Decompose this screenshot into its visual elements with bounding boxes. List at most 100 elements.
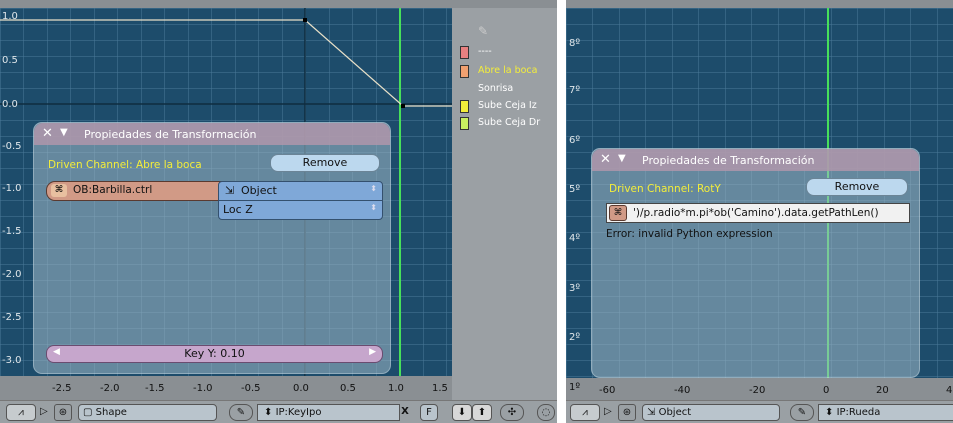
close-icon[interactable]: ✕ — [42, 126, 53, 141]
x-tick: 0.0 — [293, 383, 309, 394]
channel-list: ✎ ---- Abre la boca Sonrisa Sube Ceja Iz… — [452, 8, 557, 400]
x-tick: -1.0 — [193, 383, 213, 394]
channel-item[interactable]: Sonrisa — [458, 83, 558, 95]
x-tick: -2.0 — [100, 383, 120, 394]
key-up-icon[interactable]: ⬆ — [472, 404, 492, 421]
object-field[interactable]: ⌘ OB:Barbilla.ctrl — [46, 181, 230, 201]
y-tick: 1º — [569, 382, 581, 393]
collapse-triangle-icon[interactable]: ▼ — [618, 153, 626, 164]
fake-user-button[interactable]: F — [420, 404, 438, 421]
channel-select-value: Loc Z — [223, 203, 253, 216]
slider-value: Key Y: 0.10 — [184, 347, 245, 360]
x-tick: -0.5 — [241, 383, 261, 394]
y-tick: 0.5 — [2, 55, 18, 66]
x-tick: 0.5 — [340, 383, 356, 394]
y-tick: 4º — [569, 233, 581, 244]
x-tick: 4 — [946, 385, 953, 396]
left-x-axis: -2.5 -2.0 -1.5 -1.0 -0.5 0.0 0.5 1.0 1.5 — [0, 376, 452, 400]
y-tick: -1.5 — [2, 226, 22, 237]
ipo-name-label: IP:KeyIpo — [275, 407, 322, 418]
channel-color-swatch — [460, 46, 469, 59]
panel-header: ✕ ▼ Propiedades de Transformación — [592, 149, 919, 171]
panel-header: ✕ ▼ Propiedades de Transformación — [34, 123, 390, 145]
ipo-name-field[interactable]: ⬍ IP:Rueda — [818, 404, 953, 421]
x-tick: -20 — [749, 385, 766, 396]
channel-color-swatch — [460, 65, 469, 78]
channel-select[interactable]: Loc Z ⬍ — [218, 200, 383, 220]
expand-arrow-icon[interactable]: ▷ — [40, 404, 48, 419]
object-select[interactable]: ⇲ Object — [642, 404, 780, 421]
panel-title: Propiedades de Transformación — [84, 128, 257, 141]
pin-toggle-icon[interactable]: ✎ — [790, 404, 814, 421]
ipo-name-arrows-icon: ⬍ — [264, 407, 276, 418]
select-arrows-icon: ⬍ — [370, 203, 377, 212]
slider-right-arrow-icon[interactable]: ▶ — [369, 347, 376, 357]
shape-select-label: Shape — [95, 407, 127, 418]
editor-type-icon[interactable]: ⩘ — [6, 404, 36, 421]
y-tick: 5º — [569, 184, 581, 195]
channel-item[interactable]: Sube Ceja Iz — [458, 100, 558, 113]
object-name: OB:Barbilla.ctrl — [73, 184, 153, 196]
x-tick: -60 — [599, 385, 616, 396]
editor-type-icon[interactable]: ⩘ — [570, 404, 600, 421]
object-browse-icon[interactable]: ⌘ — [51, 184, 67, 197]
key-down-icon[interactable]: ⬇ — [452, 404, 472, 421]
ipo-name-field[interactable]: ⬍ IP:KeyIpo — [257, 404, 400, 421]
key-y-slider[interactable]: ◀ Key Y: 0.10 ▶ — [46, 345, 383, 363]
left-ipo-window: 1.0 0.5 0.0 -0.5 -1.0 -1.5 -2.0 -2.5 -3.… — [0, 0, 557, 423]
unlink-x-button[interactable]: X — [396, 404, 414, 419]
shape-select[interactable]: ▢ Shape — [78, 404, 217, 421]
y-tick: -3.0 — [2, 355, 22, 366]
remove-button[interactable]: Remove — [270, 154, 380, 172]
python-expression-text: ')/p.radio*m.pi*ob('Camino').data.getPat… — [633, 207, 879, 219]
panel-title: Propiedades de Transformación — [642, 154, 815, 167]
collapse-triangle-icon[interactable]: ▼ — [60, 127, 68, 138]
y-tick: 0.0 — [2, 99, 18, 110]
y-tick: 2º — [569, 332, 581, 343]
ipo-name-label: IP:Rueda — [836, 407, 881, 418]
channel-label: Abre la boca — [478, 65, 538, 76]
channel-color-swatch — [460, 117, 469, 130]
object-mode-icon[interactable]: ⊛ — [618, 404, 636, 421]
x-tick: 20 — [876, 385, 889, 396]
python-error-message: Error: invalid Python expression — [606, 228, 773, 240]
channel-item[interactable]: Sube Ceja Dr — [458, 117, 558, 130]
channel-item[interactable]: Abre la boca — [458, 65, 558, 78]
python-icon[interactable]: ⌘ — [609, 205, 627, 221]
channel-label: Sonrisa — [478, 83, 514, 94]
remove-button[interactable]: Remove — [806, 178, 908, 196]
y-tick: -0.5 — [2, 141, 22, 152]
select-arrows-icon: ⬍ — [370, 184, 377, 193]
shape-select-icon: ▢ — [83, 407, 93, 418]
pin-toggle-icon[interactable]: ✎ — [229, 404, 253, 421]
driven-channel-label: Driven Channel: Abre la boca — [48, 159, 202, 171]
channel-label: Sube Ceja Iz — [478, 100, 537, 111]
object-select-label: Object — [658, 407, 692, 418]
expand-arrow-icon[interactable]: ▷ — [604, 404, 612, 419]
y-tick: 6º — [569, 135, 581, 146]
channel-item[interactable]: ---- — [458, 46, 558, 59]
snap-icon[interactable]: ✣ — [500, 404, 524, 421]
transform-properties-panel: ✕ ▼ Propiedades de Transformación Driven… — [33, 122, 391, 374]
y-tick: 8º — [569, 38, 581, 49]
x-tick: 1.0 — [388, 383, 404, 394]
close-icon[interactable]: ✕ — [600, 152, 611, 167]
object-type-icon: ⇲ — [647, 407, 656, 418]
y-tick: 3º — [569, 283, 581, 294]
x-tick: -2.5 — [52, 383, 72, 394]
x-tick: -1.5 — [145, 383, 165, 394]
right-ipo-window: 8º 7º 6º 5º 4º 3º 2º 1º -60 -40 -20 0 20… — [566, 0, 953, 423]
transform-properties-panel: ✕ ▼ Propiedades de Transformación Driven… — [591, 148, 920, 378]
python-expression-field[interactable]: ⌘ ')/p.radio*m.pi*ob('Camino').data.getP… — [606, 203, 910, 223]
y-tick: -1.0 — [2, 183, 22, 194]
channel-label: ---- — [478, 46, 492, 57]
y-tick: -2.5 — [2, 312, 22, 323]
pin-icon[interactable]: ✎ — [478, 24, 492, 38]
channel-color-swatch — [460, 100, 469, 113]
extra-icon[interactable]: ◌ — [537, 404, 555, 421]
type-select[interactable]: ⇲ Object ⬍ — [218, 181, 383, 201]
right-x-axis: 1º -60 -40 -20 0 20 4 — [566, 378, 953, 400]
y-tick: -2.0 — [2, 269, 22, 280]
object-type-icon: ⇲ — [225, 184, 235, 197]
shape-icon[interactable]: ⊛ — [54, 404, 72, 421]
